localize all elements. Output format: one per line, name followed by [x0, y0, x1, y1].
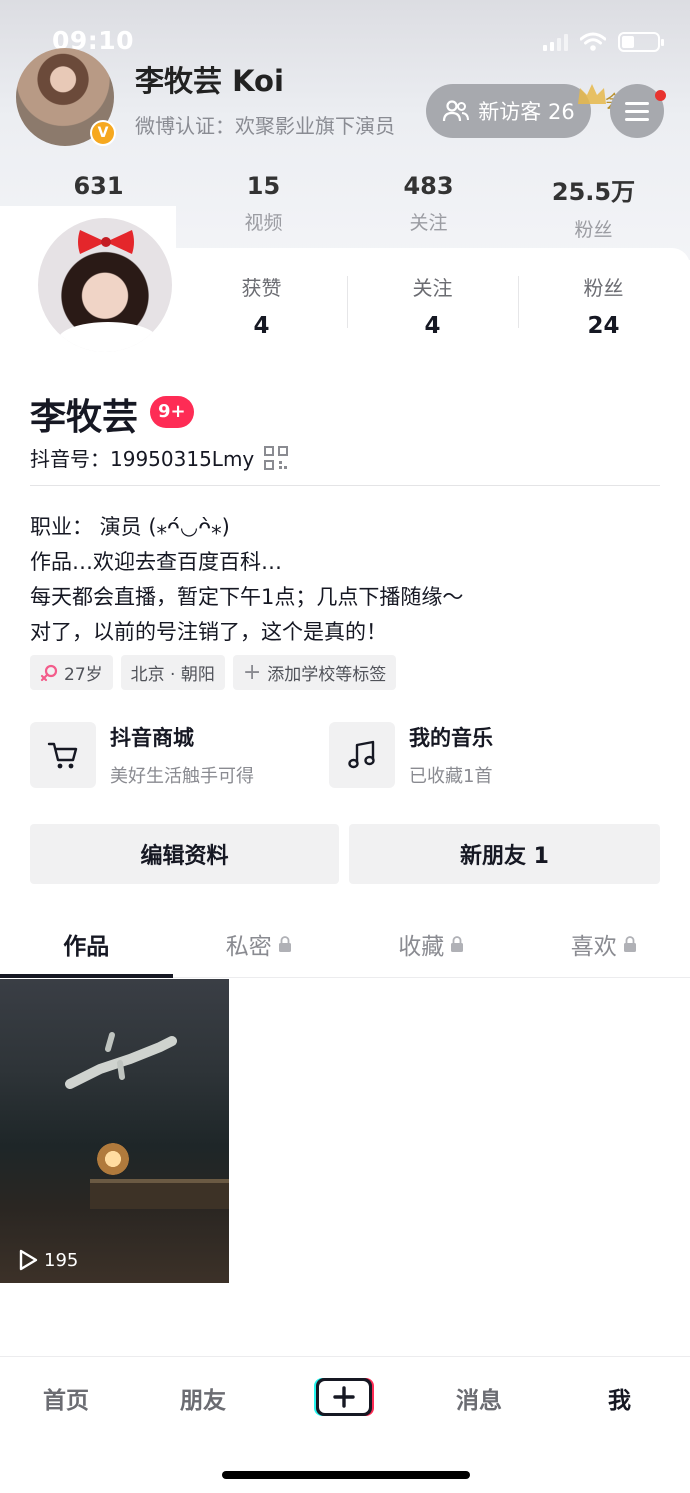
notification-dot: [655, 90, 666, 101]
create-post-button[interactable]: [312, 1375, 378, 1419]
music-title: 我的音乐: [409, 726, 493, 750]
divider: [30, 485, 660, 486]
douyin-id[interactable]: 抖音号：19950315Lmy: [30, 443, 289, 472]
stat-number: 4: [424, 313, 441, 339]
play-count: 195: [18, 1249, 78, 1271]
tab-label: 收藏: [398, 933, 445, 960]
stat-number: 631: [73, 172, 124, 200]
crown-icon: [578, 84, 606, 104]
music-subtitle: 已收藏1首: [409, 766, 493, 787]
bio-line: 对了，以前的号注销了，这个是真的！: [30, 620, 387, 644]
home-indicator: [222, 1471, 470, 1479]
weibo-stat-videos[interactable]: 15 视频: [181, 172, 346, 242]
tab-favorites[interactable]: 收藏: [345, 910, 518, 977]
cart-icon: [30, 722, 96, 788]
qr-code-icon[interactable]: [264, 445, 289, 470]
stat-number: 25.5万: [551, 178, 636, 206]
tag-age-label: 27岁: [64, 665, 103, 685]
video-figure: [65, 1032, 177, 1089]
wifi-icon: [580, 32, 606, 51]
douyin-stats: 获赞 4 关注 4 粉丝 24: [176, 272, 690, 339]
stat-label: 视频: [244, 212, 283, 234]
tag-location: 北京 · 朝阳: [120, 655, 225, 690]
tab-label: 私密: [225, 933, 272, 960]
stat-number: 24: [587, 313, 620, 339]
lock-icon: [278, 935, 291, 952]
lantern: [96, 1139, 130, 1179]
douyin-id-text: 抖音号：19950315Lmy: [30, 447, 255, 471]
nav-me[interactable]: 我: [608, 1381, 631, 1415]
bio-line: 职业： 演员 (⁎ᴖ́◡ᴖ̀⁎): [30, 515, 230, 539]
douyin-avatar[interactable]: [34, 214, 176, 356]
battery-icon: [618, 32, 664, 52]
mall-title: 抖音商城: [110, 726, 194, 750]
nav-friends[interactable]: 朋友: [180, 1381, 226, 1415]
bio: 职业： 演员 (⁎ᴖ́◡ᴖ̀⁎) 作品…欢迎去查百度百科… 每天都会直播，暂定下…: [30, 510, 670, 650]
nav-home[interactable]: 首页: [43, 1381, 89, 1415]
stat-label: 关注: [409, 212, 448, 234]
tag-location-label: 北京 · 朝阳: [130, 665, 215, 685]
edit-profile-button[interactable]: 编辑资料: [30, 824, 339, 884]
weibo-stat-following[interactable]: 483 关注: [346, 172, 511, 242]
signal-icon: [543, 33, 568, 51]
play-icon: [19, 1249, 38, 1271]
tab-likes[interactable]: 喜欢: [518, 910, 690, 977]
stat-label: 关注: [412, 276, 453, 300]
new-visitors-button[interactable]: 新访客 26: [426, 84, 591, 138]
bio-line: 作品…欢迎去查百度百科…: [30, 550, 282, 574]
new-friends-button[interactable]: 新朋友 1: [349, 824, 660, 884]
douyin-mall-entry[interactable]: 抖音商城 美好生活触手可得: [30, 722, 254, 788]
video-thumbnail[interactable]: 195: [0, 979, 229, 1283]
douyin-username: 李牧芸: [30, 397, 139, 438]
verified-badge-icon: V: [90, 120, 116, 146]
status-icons: [543, 32, 664, 52]
weibo-certification: 微博认证：欢聚影业旗下演员: [135, 114, 395, 138]
play-count-text: 195: [44, 1249, 79, 1271]
status-bar: 09:10: [0, 26, 690, 60]
stat-likes[interactable]: 获赞 4: [176, 272, 347, 339]
stat-fans[interactable]: 粉丝 24: [518, 272, 689, 339]
add-tag-button[interactable]: + 添加学校等标签: [232, 655, 397, 690]
profile-tags: 27岁 北京 · 朝阳 + 添加学校等标签: [30, 655, 397, 690]
tab-label: 喜欢: [570, 933, 617, 960]
female-icon: [40, 664, 58, 681]
tab-label: 作品: [63, 933, 110, 960]
tab-works[interactable]: 作品: [0, 910, 173, 978]
music-note-icon: [329, 722, 395, 788]
nav-messages[interactable]: 消息: [456, 1381, 502, 1415]
weibo-avatar[interactable]: V: [16, 48, 116, 146]
stat-following[interactable]: 关注 4: [347, 272, 518, 339]
stat-label: 粉丝: [583, 276, 624, 300]
weibo-stat-fans[interactable]: 25.5万 粉丝: [511, 172, 676, 242]
lock-icon: [451, 935, 464, 952]
new-visitors-label: 新访客 26: [478, 100, 575, 124]
bio-line: 每天都会直播，暂定下午1点；几点下播随缘～: [30, 585, 464, 609]
notification-badge[interactable]: 9+: [150, 396, 194, 428]
my-music-entry[interactable]: 我的音乐 已收藏1首: [329, 722, 493, 788]
stone-table: [90, 1179, 229, 1209]
lock-icon: [623, 935, 636, 952]
stat-number: 15: [246, 172, 281, 200]
weibo-username: 李牧芸 Koi: [135, 64, 284, 98]
mall-subtitle: 美好生活触手可得: [110, 766, 254, 787]
add-tag-label: 添加学校等标签: [267, 665, 387, 685]
tab-private[interactable]: 私密: [173, 910, 346, 977]
hair-bow-icon: [78, 230, 134, 254]
stat-number: 4: [253, 313, 270, 339]
stat-label: 粉丝: [574, 219, 613, 241]
tag-age: 27岁: [30, 655, 113, 690]
content-tabs: 作品 私密 收藏 喜欢: [0, 910, 690, 978]
people-icon: [443, 100, 470, 122]
stat-label: 获赞: [241, 276, 282, 300]
stat-number: 483: [403, 172, 454, 200]
plus-icon: +: [242, 659, 262, 685]
